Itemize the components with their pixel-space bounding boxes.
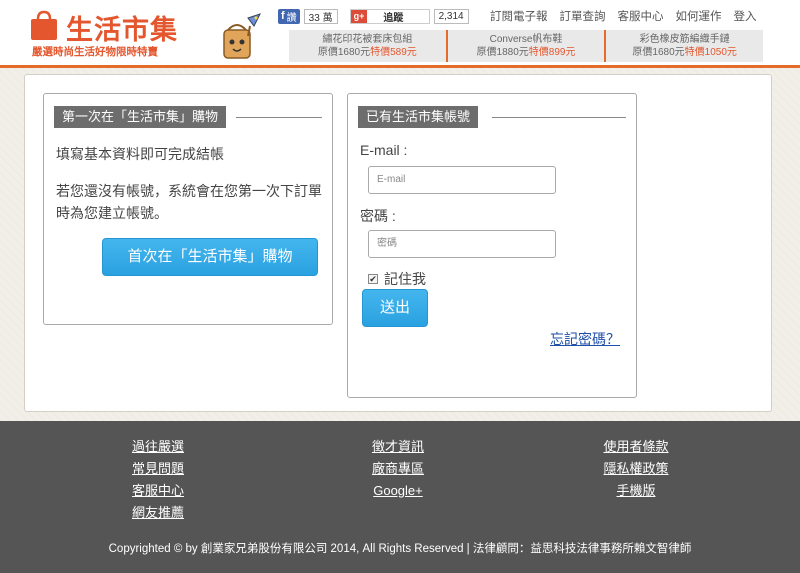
footer-link-recommendations[interactable]: 網友推薦 (132, 505, 184, 521)
remember-me-label: 記住我 (384, 271, 426, 287)
promo-name: 彩色橡皮筋編織手鏈 (639, 34, 730, 45)
login-panel: 已有生活市集帳號 E-mail : E-mail 密碼 : 密碼 ✔ 記住我 送… (347, 93, 637, 398)
site-header: 生活市集 嚴選時尚生活好物限時特賣 f 讚 33 萬 g+ 追蹤 2,314 訂… (0, 0, 800, 68)
nav-how-it-works[interactable]: 如何運作 (676, 8, 722, 24)
promo-item[interactable]: Converse帆布鞋 原價1880元特價899元 (445, 30, 605, 62)
footer-link-mobile[interactable]: 手機版 (616, 483, 655, 499)
footer-link-past-picks[interactable]: 過往嚴選 (132, 439, 184, 455)
facebook-icon: f (281, 10, 285, 22)
first-time-description: 若您還沒有帳號，系統會在您第一次下訂單時為您建立帳號。 (56, 183, 322, 221)
google-plus-follow-button[interactable]: g+ 追蹤 (349, 8, 430, 24)
panel-heading: 已有生活市集帳號 (358, 106, 479, 128)
first-time-intro: 填寫基本資料即可完成結帳 (56, 146, 224, 162)
footer-link-customer-service[interactable]: 客服中心 (132, 483, 184, 499)
footer-column: 使用者條款 隱私權政策 手機版 (578, 439, 694, 499)
site-footer: 過往嚴選 常見問題 客服中心 網友推薦 徵才資訊 廠商專區 Google+ 使用… (0, 421, 800, 573)
login-panel-header: 已有生活市集帳號 (358, 106, 626, 128)
first-time-panel: 第一次在「生活市集」購物 填寫基本資料即可完成結帳 若您還沒有帳號，系統會在您第… (43, 93, 333, 325)
site-logo[interactable]: 生活市集 嚴選時尚生活好物限時特賣 (30, 6, 261, 62)
shopping-bag-icon (31, 10, 57, 40)
google-plus-icon: g+ (350, 9, 368, 23)
footer-column: 過往嚴選 常見問題 客服中心 網友推薦 (100, 439, 216, 521)
footer-link-vendors[interactable]: 廠商專區 (372, 461, 424, 477)
password-field[interactable]: 密碼 (368, 230, 556, 258)
forgot-password-link[interactable]: 忘記密碼？ (550, 329, 620, 349)
submit-button[interactable]: 送出 (362, 289, 428, 327)
email-label: E-mail : (360, 142, 408, 158)
facebook-like-count: 33 萬 (303, 8, 338, 24)
email-field[interactable]: E-mail (368, 166, 556, 194)
top-nav: 訂閱電子報 訂單查詢 客服中心 如何運作 登入 (490, 8, 757, 24)
social-buttons: f 讚 33 萬 g+ 追蹤 2,314 (278, 8, 469, 24)
promo-item[interactable]: 繡花印花被套床包組 原價1680元特價589元 (289, 30, 446, 62)
mascot-icon (223, 13, 261, 59)
promo-original-price: 原價1680元 (632, 47, 685, 58)
footer-link-google-plus[interactable]: Google+ (373, 483, 423, 499)
promo-sale-price: 特價899元 (528, 47, 576, 58)
promo-sale-price: 特價589元 (370, 47, 417, 58)
promo-bar: 繡花印花被套床包組 原價1680元特價589元 Converse帆布鞋 原價18… (289, 30, 763, 62)
checkout-card: 第一次在「生活市集」購物 填寫基本資料即可完成結帳 若您還沒有帳號，系統會在您第… (24, 74, 772, 412)
first-time-shop-button[interactable]: 首次在「生活市集」購物 (102, 238, 318, 276)
nav-subscribe-newsletter[interactable]: 訂閱電子報 (490, 8, 548, 24)
footer-link-careers[interactable]: 徵才資訊 (372, 439, 424, 455)
panel-heading: 第一次在「生活市集」購物 (54, 106, 227, 128)
nav-login[interactable]: 登入 (734, 8, 757, 24)
password-label: 密碼 : (360, 208, 396, 224)
promo-original-price: 原價1680元 (317, 47, 371, 58)
promo-name: 繡花印花被套床包組 (322, 34, 413, 45)
promo-original-price: 原價1880元 (476, 47, 529, 58)
heading-divider (236, 117, 322, 118)
heading-divider (492, 117, 626, 118)
copyright-text: Copyrighted © by 創業家兄弟股份有限公司 2014, All R… (108, 543, 692, 555)
promo-price: 原價1880元特價899元 (448, 46, 605, 59)
nav-customer-service[interactable]: 客服中心 (618, 8, 664, 24)
facebook-like-label: 讚 (286, 12, 297, 24)
promo-name: Converse帆布鞋 (489, 34, 563, 45)
first-time-panel-header: 第一次在「生活市集」購物 (54, 106, 322, 128)
nav-order-lookup[interactable]: 訂單查詢 (560, 8, 606, 24)
brand-tagline: 嚴選時尚生活好物限時特賣 (32, 46, 158, 58)
brand-name: 生活市集 (66, 15, 178, 46)
promo-item[interactable]: 彩色橡皮筋編織手鏈 原價1680元特價1050元 (604, 30, 763, 62)
footer-link-privacy[interactable]: 隱私權政策 (603, 461, 668, 477)
footer-link-terms[interactable]: 使用者條款 (603, 439, 668, 455)
google-plus-count: 2,314 (433, 8, 469, 24)
footer-link-faq[interactable]: 常見問題 (132, 461, 184, 477)
remember-me[interactable]: ✔ 記住我 (368, 269, 426, 289)
facebook-like-button[interactable]: f 讚 (278, 8, 300, 24)
promo-price: 原價1680元特價1050元 (606, 46, 763, 59)
promo-price: 原價1680元特價589元 (289, 46, 446, 59)
promo-sale-price: 特價1050元 (684, 47, 737, 58)
footer-column: 徵才資訊 廠商專區 Google+ (340, 439, 456, 499)
remember-me-checkbox[interactable]: ✔ (368, 274, 378, 284)
google-plus-label: 追蹤 (383, 12, 404, 24)
